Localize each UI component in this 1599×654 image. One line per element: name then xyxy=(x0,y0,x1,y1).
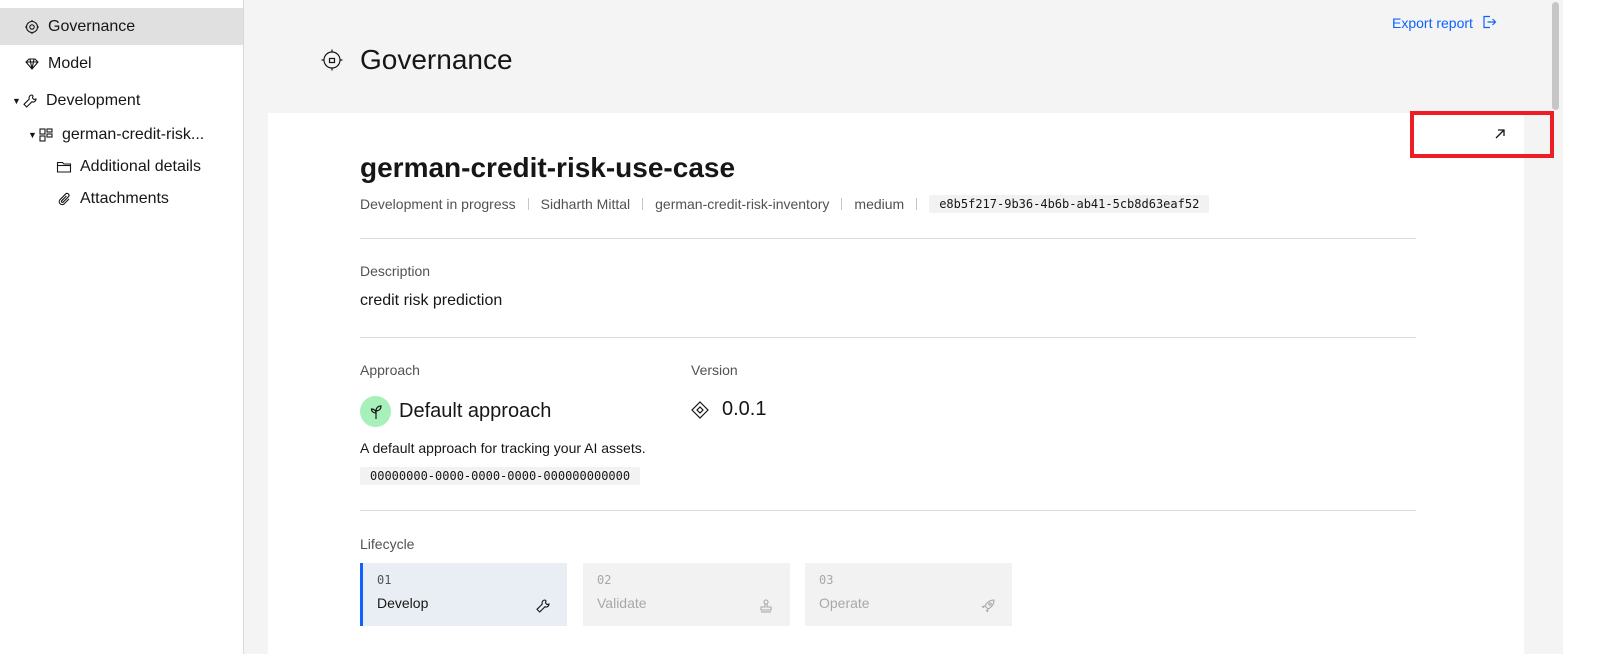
approach-row: Default approach xyxy=(360,396,551,427)
use-case-title: german-credit-risk-use-case xyxy=(360,152,736,183)
lifecycle-stage-validate[interactable]: 02 Validate xyxy=(583,563,790,626)
lifecycle-stage-operate[interactable]: 03 Operate xyxy=(805,563,1012,626)
approach-label: Approach xyxy=(360,362,420,378)
governance-icon xyxy=(24,19,40,35)
approach-description: A default approach for tracking your AI … xyxy=(360,440,646,456)
approach-id-container: 00000000-0000-0000-0000-000000000000 xyxy=(360,467,641,485)
use-case-id-tag[interactable]: e8b5f217-9b36-4b6b-ab41-5cb8d63eaf52 xyxy=(929,195,1210,213)
stage-number: 03 xyxy=(819,573,834,587)
version-value: 0.0.1 xyxy=(722,398,767,420)
status-text: Development in progress xyxy=(360,196,516,212)
use-case-meta: Development in progress Sidharth Mittal … xyxy=(360,194,1210,214)
window-gutter xyxy=(1563,0,1599,654)
approach-id-tag[interactable]: 00000000-0000-0000-0000-000000000000 xyxy=(360,467,641,485)
rocket-icon xyxy=(980,598,996,614)
version-label: Version xyxy=(691,362,738,378)
sidebar-item-label: Development xyxy=(46,91,141,109)
description-label: Description xyxy=(360,263,431,279)
stage-number: 02 xyxy=(597,573,612,587)
sidebar-item-development[interactable]: ▼ Development xyxy=(0,82,243,119)
meta-separator xyxy=(916,198,918,210)
diamond-icon xyxy=(24,56,40,72)
inventory-text: german-credit-risk-inventory xyxy=(655,196,830,212)
sidebar-nav: Governance Model ▼ Development ▼ german-… xyxy=(0,0,244,654)
export-icon xyxy=(1481,14,1497,33)
version-icon xyxy=(690,400,710,420)
sidebar-item-attachments[interactable]: Attachments xyxy=(0,180,243,217)
export-report-link[interactable]: Export report xyxy=(1392,13,1497,33)
risk-text: medium xyxy=(854,196,905,212)
sidebar-item-governance[interactable]: Governance xyxy=(0,8,243,45)
description-value: credit risk prediction xyxy=(360,292,503,309)
export-report-label: Export report xyxy=(1392,15,1473,31)
page-header: Governance xyxy=(320,44,513,76)
stage-name: Operate xyxy=(819,595,870,611)
stage-name: Develop xyxy=(377,595,429,611)
caret-down-icon[interactable]: ▼ xyxy=(12,96,22,106)
sidebar-item-label: german-credit-risk... xyxy=(62,125,205,143)
wrench-icon xyxy=(535,598,551,614)
sidebar-item-label: Additional details xyxy=(80,157,201,175)
caret-down-icon[interactable]: ▼ xyxy=(28,130,38,140)
scrollbar-thumb[interactable] xyxy=(1552,2,1559,110)
wrench-icon xyxy=(22,93,38,109)
meta-separator xyxy=(527,198,529,210)
sidebar-item-model[interactable]: Model xyxy=(0,45,243,82)
meta-separator xyxy=(642,198,644,210)
highlight-annotation xyxy=(1410,111,1554,158)
divider xyxy=(360,510,1416,511)
lifecycle-label: Lifecycle xyxy=(360,536,415,552)
stamp-icon xyxy=(758,598,774,614)
page-title: Governance xyxy=(360,44,513,75)
governance-icon xyxy=(320,48,344,72)
divider xyxy=(360,337,1416,338)
approach-name: Default approach xyxy=(399,400,552,422)
divider xyxy=(360,238,1416,239)
sprout-icon xyxy=(360,396,391,427)
stage-number: 01 xyxy=(377,573,392,587)
lifecycle-stage-develop[interactable]: 01 Develop xyxy=(360,563,567,626)
stage-name: Validate xyxy=(597,595,647,611)
sidebar-item-label: Model xyxy=(48,54,92,72)
sidebar-item-label: Attachments xyxy=(80,189,169,207)
owner-text: Sidharth Mittal xyxy=(540,196,631,212)
meta-separator xyxy=(841,198,843,210)
sidebar-item-label: Governance xyxy=(48,17,136,35)
attachment-icon xyxy=(56,191,72,207)
version-row: 0.0.1 xyxy=(690,398,766,421)
folder-icon xyxy=(56,159,72,175)
use-case-icon xyxy=(38,127,54,143)
